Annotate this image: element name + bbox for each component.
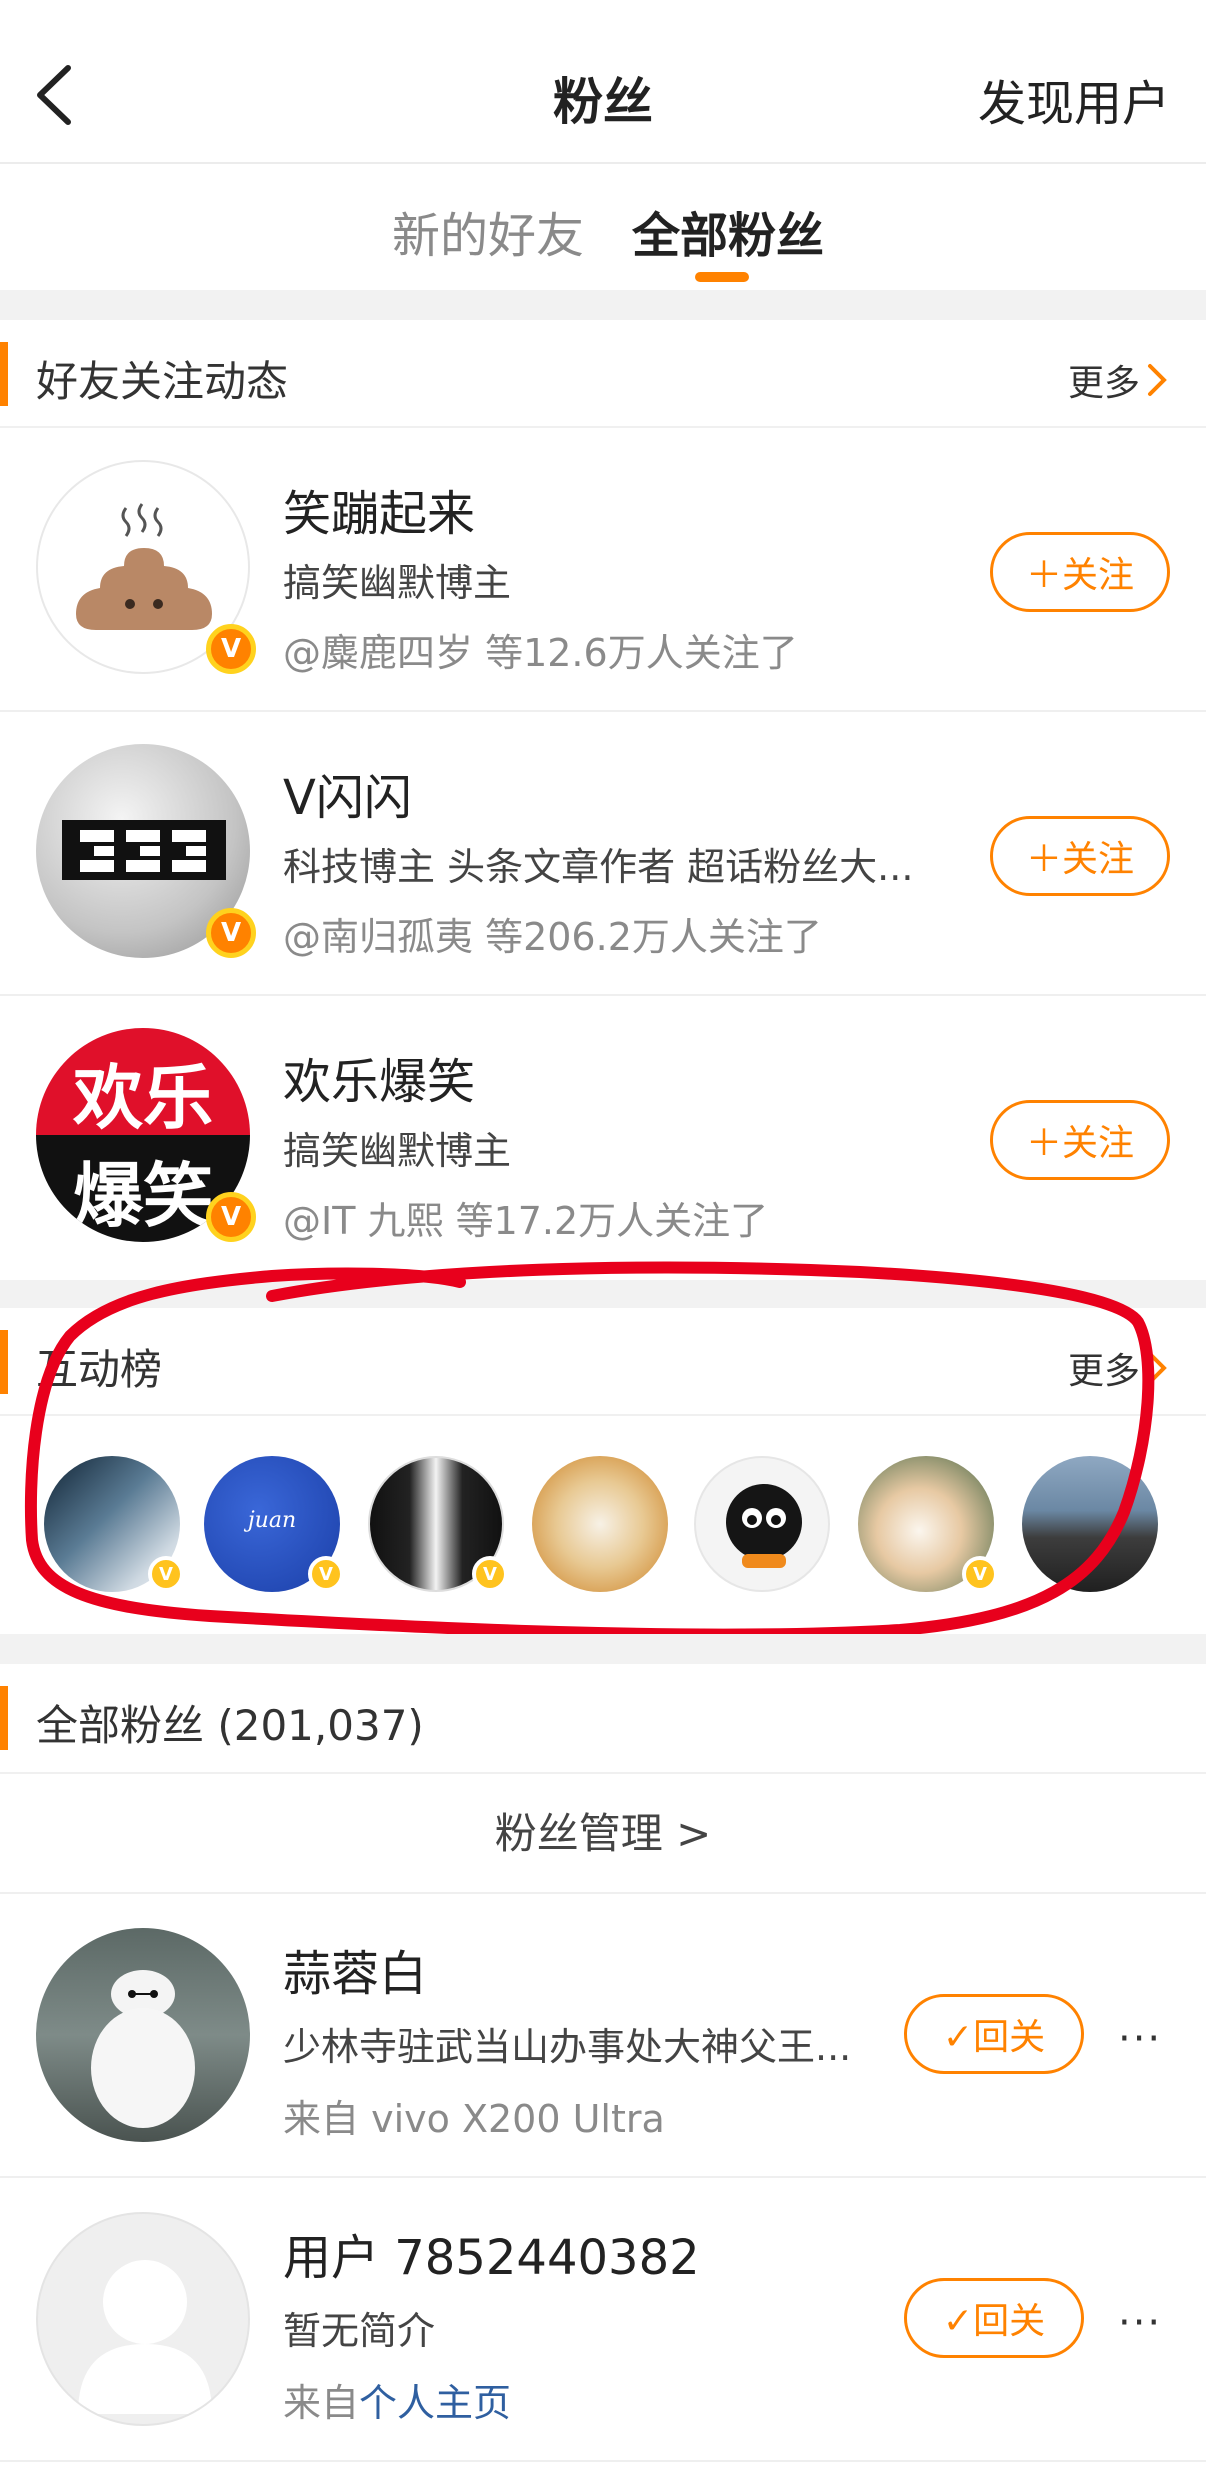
avatar[interactable] xyxy=(532,1456,668,1592)
verified-v-icon: V xyxy=(962,1556,998,1592)
avatar[interactable] xyxy=(36,1928,250,2142)
section-accent-bar xyxy=(0,1330,8,1394)
section-divider xyxy=(0,1280,1206,1308)
avatar[interactable] xyxy=(694,1456,830,1592)
chevron-right-icon xyxy=(1148,364,1167,396)
followed-by-text: @麋鹿四岁 等12.6万人关注了 xyxy=(283,631,798,675)
section-divider xyxy=(0,290,1206,320)
more-label: 更多 xyxy=(1067,1351,1140,1392)
tab-all-fans[interactable]: 全部粉丝 xyxy=(632,196,824,266)
user-description: 暂无简介 xyxy=(283,2309,436,2353)
baymax-figure-icon xyxy=(91,1970,195,2128)
tab-bar: 新的好友 全部粉丝 xyxy=(0,164,1206,290)
follow-back-button[interactable]: ✓回关 xyxy=(904,1994,1084,2074)
more-label: 更多 xyxy=(1067,363,1140,404)
section-accent-bar xyxy=(0,1686,8,1750)
more-options-icon[interactable]: ··· xyxy=(1118,2300,1162,2346)
section-title: 全部粉丝 (201,037) xyxy=(36,1701,424,1750)
avatar[interactable] xyxy=(1022,1456,1158,1592)
list-item[interactable]: 用户 7852440382 暂无简介 来自个人主页 ✓回关 ··· xyxy=(0,2178,1206,2462)
section-divider xyxy=(0,1634,1206,1664)
follow-button[interactable]: ＋关注 xyxy=(990,1100,1170,1180)
verified-v-icon: V xyxy=(206,624,256,674)
list-item[interactable]: 蒜蓉白 少林寺驻武当山办事处大神父王... 来自 vivo X200 Ultra… xyxy=(0,1894,1206,2178)
more-options-icon[interactable]: ··· xyxy=(1118,2016,1162,2062)
source-text: 来自 vivo X200 Ultra xyxy=(283,2088,665,2143)
all-fans-header: 全部粉丝 (201,037) xyxy=(0,1664,1206,1774)
list-item[interactable]: 欢乐 爆笑 V 欢乐爆笑 搞笑幽默博主 @IT 九熙 等17.2万人关注了 ＋关… xyxy=(0,996,1206,1280)
fans-management-link[interactable]: 粉丝管理 > xyxy=(0,1774,1206,1894)
user-description: 科技博主 头条文章作者 超话粉丝大... xyxy=(283,845,914,889)
black-creature-icon xyxy=(726,1484,802,1568)
follow-button[interactable]: ＋关注 xyxy=(990,816,1170,896)
profile-page-link[interactable]: 个人主页 xyxy=(359,2381,511,2425)
avatar-text: 欢乐 xyxy=(73,1057,213,1139)
verified-v-icon: V xyxy=(206,1192,256,1242)
follow-back-button[interactable]: ✓回关 xyxy=(904,2278,1084,2358)
more-link[interactable]: 更多 xyxy=(1068,1342,1168,1394)
verified-v-icon: V xyxy=(308,1556,344,1592)
active-tab-indicator xyxy=(695,272,749,282)
list-item[interactable]: V V闪闪 科技博主 头条文章作者 超话粉丝大... @南归孤夷 等206.2万… xyxy=(0,712,1206,996)
section-title: 好友关注动态 xyxy=(36,357,289,406)
user-name[interactable]: 欢乐爆笑 xyxy=(283,1042,475,1112)
verified-v-icon: V xyxy=(148,1556,184,1592)
source-prefix: 来自 xyxy=(283,2381,360,2425)
tab-new-friends[interactable]: 新的好友 xyxy=(392,196,584,266)
user-name[interactable]: 笑蹦起来 xyxy=(283,474,475,544)
chevron-right-icon xyxy=(1148,1352,1167,1384)
follow-button[interactable]: ＋关注 xyxy=(990,532,1170,612)
followed-by-text: @IT 九熙 等17.2万人关注了 xyxy=(283,1199,769,1243)
user-name[interactable]: 蒜蓉白 xyxy=(283,1934,427,2004)
followed-by-text: @南归孤夷 等206.2万人关注了 xyxy=(283,915,822,959)
source-text: 来自个人主页 xyxy=(283,2372,511,2427)
default-user-icon xyxy=(78,2260,212,2414)
user-name[interactable]: 用户 7852440382 xyxy=(283,2218,700,2288)
nav-bar: 粉丝 发现用户 xyxy=(0,0,1206,164)
user-name[interactable]: V闪闪 xyxy=(283,758,412,828)
more-link[interactable]: 更多 xyxy=(1068,354,1168,406)
interaction-rank-avatars: V juan V V V xyxy=(0,1416,1206,1634)
user-description: 搞笑幽默博主 xyxy=(283,561,512,605)
verified-v-icon: V xyxy=(206,908,256,958)
section-accent-bar xyxy=(0,342,8,406)
friend-follow-header: 好友关注动态 更多 xyxy=(0,320,1206,428)
discover-users-button[interactable]: 发现用户 xyxy=(978,64,1170,134)
user-description: 搞笑幽默博主 xyxy=(283,1129,512,1173)
section-title: 互动榜 xyxy=(36,1345,163,1394)
list-item[interactable]: V 笑蹦起来 搞笑幽默博主 @麋鹿四岁 等12.6万人关注了 ＋关注 xyxy=(0,428,1206,712)
source-prefix: 来自 vivo X200 Ultra xyxy=(283,2097,665,2141)
user-description: 少林寺驻武当山办事处大神父王... xyxy=(283,2025,852,2069)
avatar[interactable] xyxy=(36,2212,250,2426)
avatar-signature: juan xyxy=(247,1508,297,1533)
interaction-rank-header: 互动榜 更多 xyxy=(0,1308,1206,1416)
verified-v-icon: V xyxy=(472,1556,508,1592)
